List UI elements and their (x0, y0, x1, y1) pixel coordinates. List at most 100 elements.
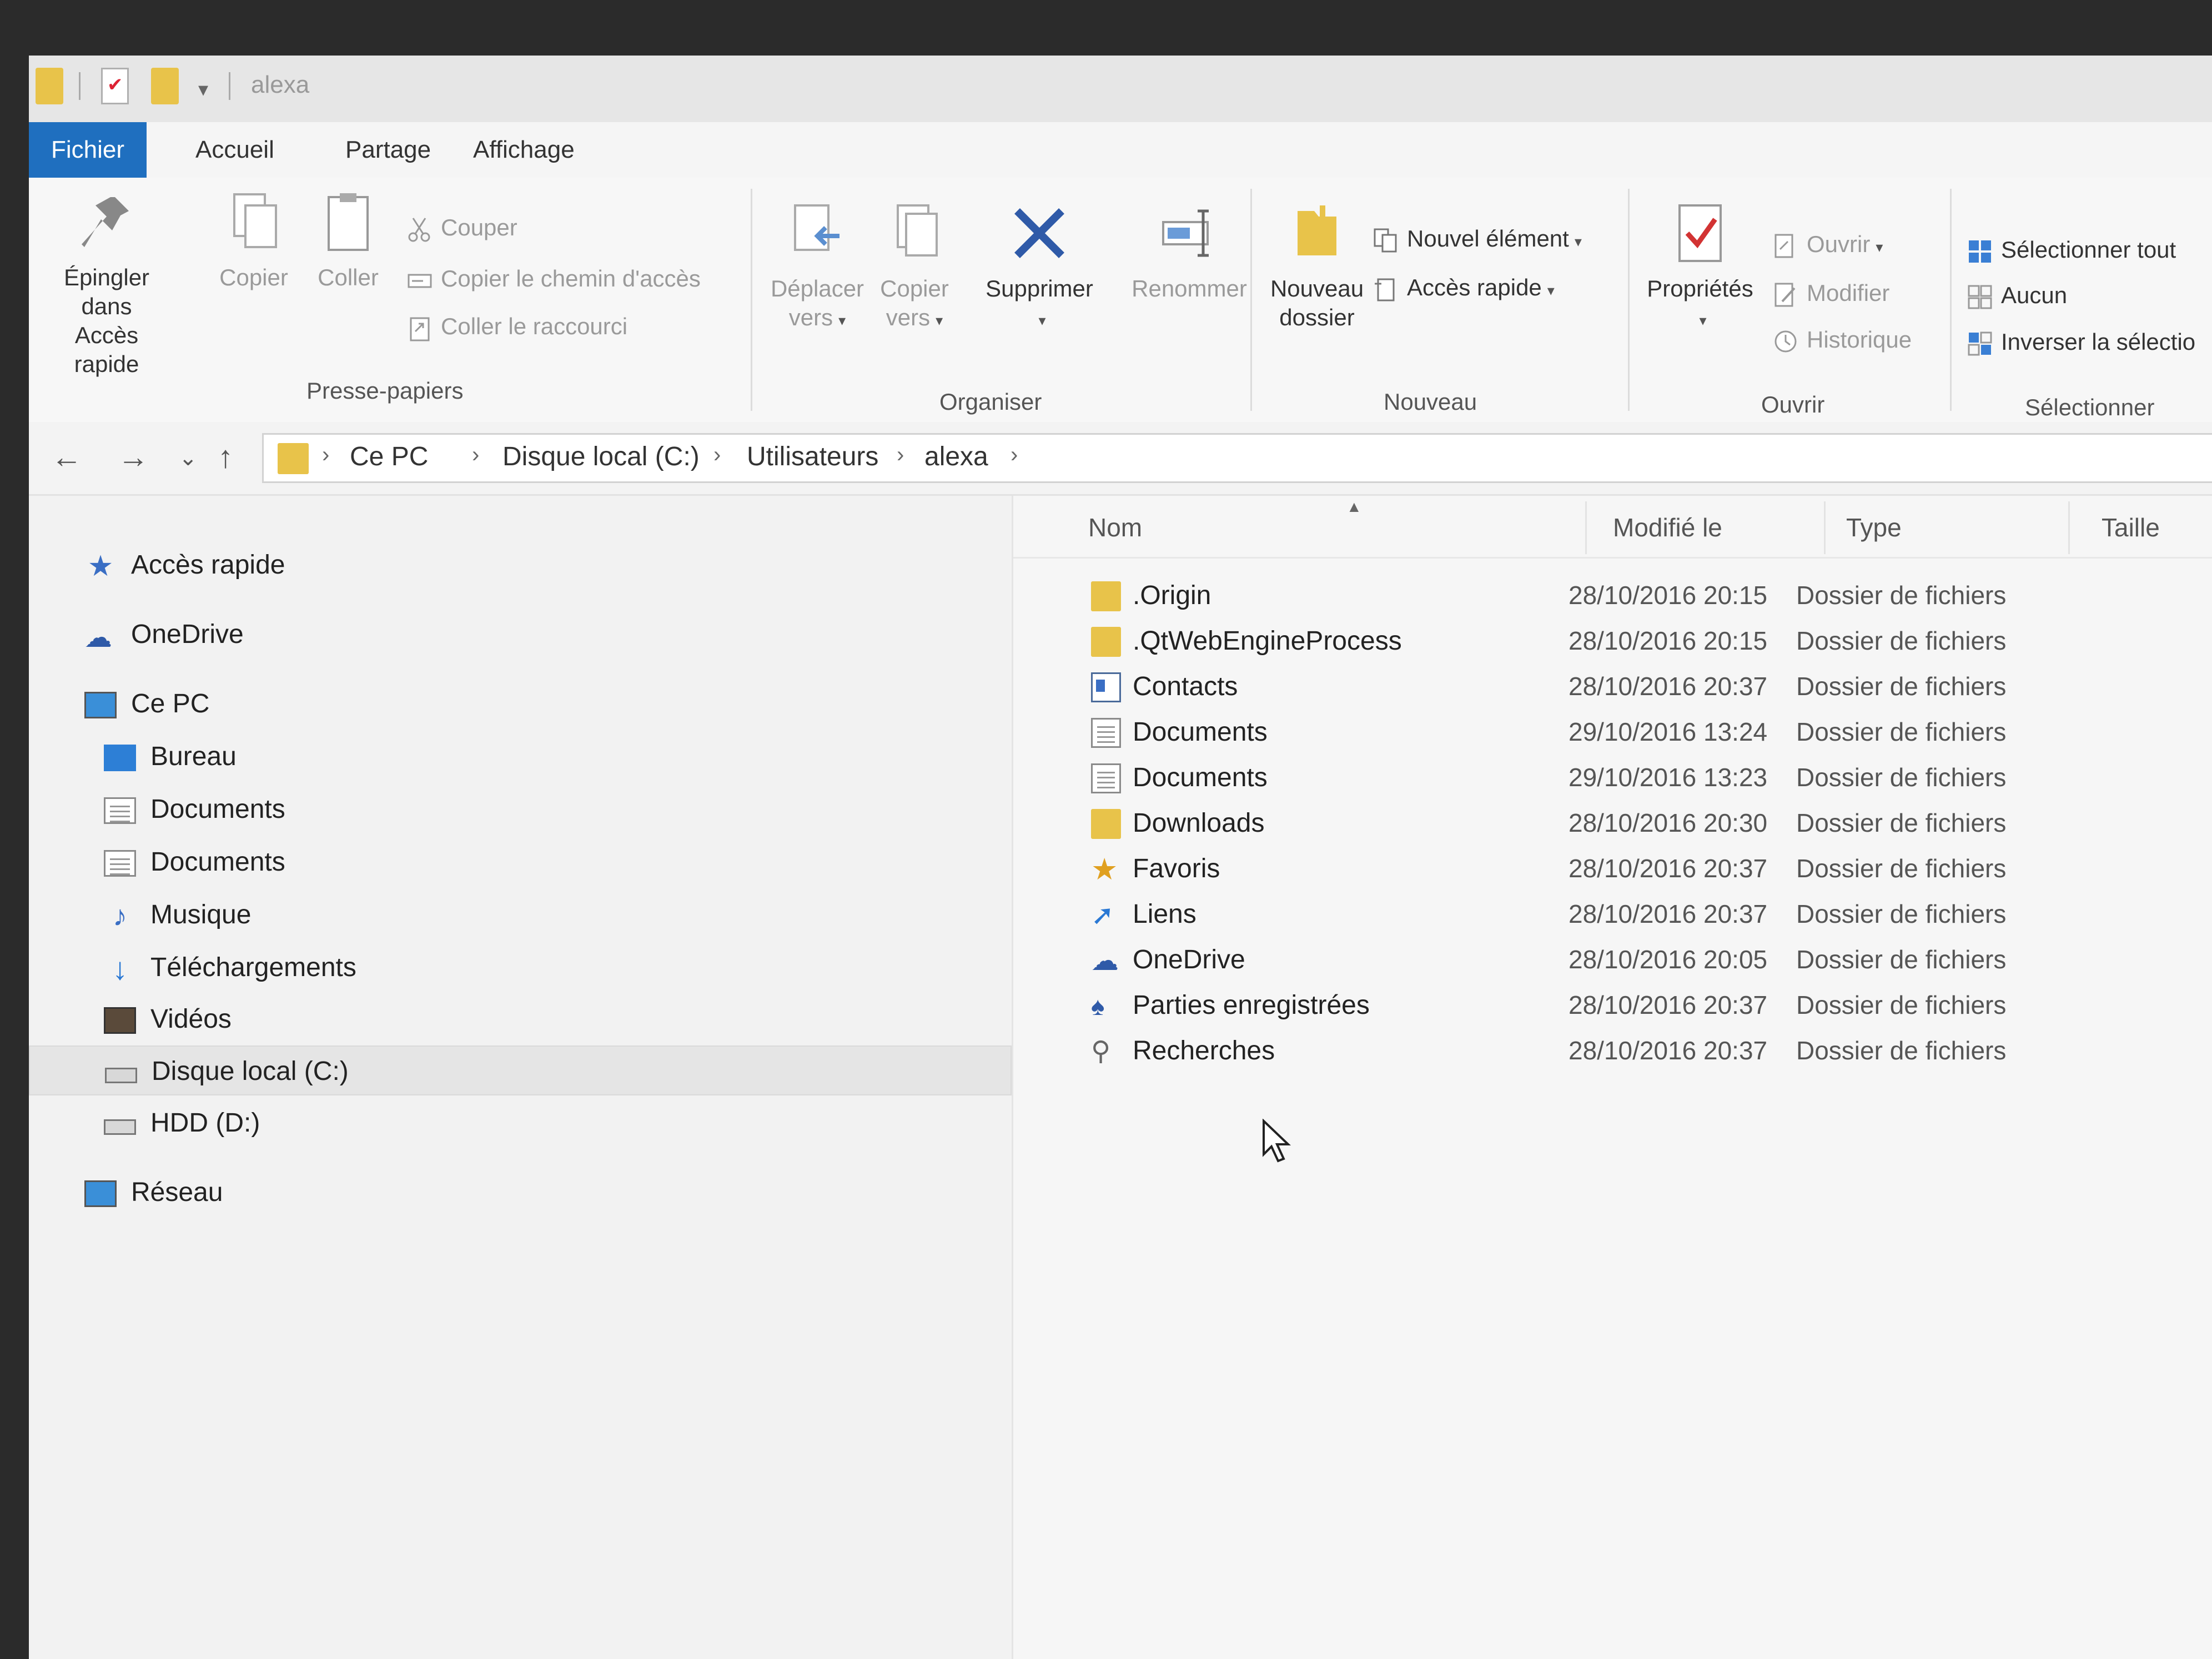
nav-item-documents-2[interactable]: Documents (104, 837, 285, 887)
edit-button[interactable]: Modifier (1772, 276, 1889, 310)
cut-button[interactable]: Couper (406, 211, 517, 244)
breadcrumb-chevron-icon[interactable]: › (322, 443, 329, 467)
link-icon: ➚ (1091, 899, 1114, 931)
back-arrow-icon[interactable]: ← (51, 439, 82, 475)
nav-item-bureau[interactable]: Bureau (104, 732, 237, 782)
file-row[interactable]: Documents 29/10/2016 13:23 Dossier de fi… (1013, 756, 2212, 801)
file-name: Liens (1133, 899, 1197, 929)
video-icon (104, 1007, 136, 1034)
nav-item-hdd[interactable]: HDD (D:) (104, 1098, 260, 1148)
column-header-type[interactable]: Type (1846, 512, 1902, 542)
column-divider[interactable] (1824, 501, 1826, 554)
column-divider[interactable] (1585, 501, 1587, 554)
select-none-icon (1967, 284, 1993, 310)
copy-to-label-1: Copier (880, 275, 949, 301)
nav-item-ce-pc[interactable]: Ce PC (84, 679, 209, 729)
new-folder-quick-icon[interactable] (151, 68, 179, 104)
pin-label-line1: Épingler dans (63, 264, 150, 319)
file-modified: 28/10/2016 20:37 (1568, 672, 1768, 701)
properties-button[interactable]: Propriétés ▾ (1639, 200, 1761, 335)
copy-to-button[interactable]: Copier vers ▾ (873, 200, 956, 335)
nav-item-musique[interactable]: ♪ Musique (104, 890, 251, 940)
breadcrumb-alexa[interactable]: alexa (924, 441, 988, 472)
nav-item-telechargements[interactable]: ↓ Téléchargements (104, 943, 356, 993)
nav-item-label: Musique (150, 900, 252, 929)
pin-quick-access-button[interactable]: Épingler dans Accès rapide (46, 189, 168, 379)
history-button[interactable]: Historique (1772, 323, 1912, 356)
breadcrumb-chevron-icon[interactable]: › (897, 443, 904, 467)
file-row[interactable]: ⚲ Recherches 28/10/2016 20:37 Dossier de… (1013, 1029, 2212, 1074)
open-button[interactable]: Ouvrir ▾ (1772, 228, 1883, 261)
folder-icon[interactable] (36, 68, 63, 104)
file-row[interactable]: .Origin 28/10/2016 20:15 Dossier de fich… (1013, 574, 2212, 619)
new-folder-label-1: Nouveau (1270, 275, 1364, 301)
forward-arrow-icon[interactable]: → (118, 439, 149, 475)
tab-accueil[interactable]: Accueil (173, 122, 296, 178)
file-row[interactable]: ➚ Liens 28/10/2016 20:37 Dossier de fich… (1013, 892, 2212, 938)
breadcrumb-disque-local[interactable]: Disque local (C:) (502, 441, 700, 472)
nav-item-videos[interactable]: Vidéos (104, 994, 232, 1044)
column-header-size[interactable]: Taille (2102, 512, 2160, 542)
chevron-down-icon: ▾ (1699, 312, 1707, 329)
new-item-button[interactable]: Nouvel élément ▾ (1373, 222, 1582, 255)
address-bar[interactable]: › Ce PC › Disque local (C:) › Utilisateu… (262, 433, 2212, 483)
file-row[interactable]: Downloads 28/10/2016 20:30 Dossier de fi… (1013, 801, 2212, 847)
new-folder-button[interactable]: Nouveau dossier (1250, 200, 1384, 332)
documents-icon (1091, 763, 1121, 793)
copy-button[interactable]: Copier (212, 189, 295, 292)
breadcrumb-chevron-icon[interactable]: › (1011, 443, 1018, 467)
tab-fichier[interactable]: Fichier (29, 122, 147, 178)
file-modified: 28/10/2016 20:37 (1568, 899, 1768, 928)
quick-access-dropdown-icon[interactable]: ▾ (198, 78, 208, 101)
move-to-button[interactable]: Déplacer vers ▾ (762, 200, 873, 335)
file-row[interactable]: Contacts 28/10/2016 20:37 Dossier de fic… (1013, 665, 2212, 710)
properties-quick-icon[interactable] (101, 68, 129, 104)
copy-icon (223, 189, 284, 255)
breadcrumb-ce-pc[interactable]: Ce PC (350, 441, 428, 472)
group-separator (1628, 189, 1630, 411)
recent-locations-chevron-icon[interactable]: ⌄ (179, 445, 198, 471)
new-item-label: Nouvel élément (1407, 225, 1569, 252)
file-list: ▲ Nom Modifié le Type Taille .Origin 28/… (1013, 496, 2212, 1659)
copy-label: Copier (219, 264, 288, 290)
file-row[interactable]: ♠ Parties enregistrées 28/10/2016 20:37 … (1013, 983, 2212, 1029)
file-modified: 28/10/2016 20:30 (1568, 808, 1768, 837)
breadcrumb-chevron-icon[interactable]: › (472, 443, 479, 467)
column-header-modified[interactable]: Modifié le (1613, 512, 1722, 542)
tab-partage[interactable]: Partage (323, 122, 453, 178)
nav-item-disque-local[interactable]: Disque local (C:) (29, 1045, 1012, 1095)
ribbon-tabs: Fichier Accueil Partage Affichage (29, 122, 2212, 178)
invert-selection-button[interactable]: Inverser la sélectio (1967, 325, 2195, 359)
delete-button[interactable]: Supprimer ▾ (973, 200, 1106, 335)
rename-button[interactable]: Renommer (1128, 200, 1250, 303)
pin-icon (76, 189, 137, 255)
file-modified: 28/10/2016 20:15 (1568, 626, 1768, 655)
up-arrow-icon[interactable]: ↑ (218, 439, 233, 475)
copy-path-button[interactable]: Copier le chemin d'accès (406, 262, 701, 295)
nav-item-label: Disque local (C:) (152, 1057, 349, 1086)
move-to-label-1: Déplacer (770, 275, 864, 301)
nav-item-acces-rapide[interactable]: ★ Accès rapide (84, 540, 285, 590)
nav-item-reseau[interactable]: Réseau (84, 1168, 223, 1218)
select-all-button[interactable]: Sélectionner tout (1967, 233, 2176, 267)
breadcrumb-chevron-icon[interactable]: › (713, 443, 721, 467)
easy-access-button[interactable]: Accès rapide ▾ (1373, 271, 1555, 304)
tab-affichage[interactable]: Affichage (451, 122, 597, 178)
select-none-button[interactable]: Aucun (1967, 279, 2067, 312)
file-row[interactable]: Documents 29/10/2016 13:24 Dossier de fi… (1013, 710, 2212, 756)
paste-shortcut-button[interactable]: Coller le raccourci (406, 310, 627, 343)
nav-item-documents[interactable]: Documents (104, 785, 285, 834)
nav-item-onedrive[interactable]: ☁ OneDrive (84, 610, 244, 660)
file-type: Dossier de fichiers (1796, 945, 2007, 974)
column-divider[interactable] (2068, 501, 2070, 554)
file-row[interactable]: ★ Favoris 28/10/2016 20:37 Dossier de fi… (1013, 847, 2212, 892)
breadcrumb-utilisateurs[interactable]: Utilisateurs (747, 441, 878, 472)
paste-button[interactable]: Coller (306, 189, 390, 292)
nav-item-label: Ce PC (131, 689, 210, 718)
file-row[interactable]: ☁ OneDrive 28/10/2016 20:05 Dossier de f… (1013, 938, 2212, 983)
file-modified: 28/10/2016 20:05 (1568, 945, 1768, 974)
file-name: Contacts (1133, 672, 1238, 701)
music-icon: ♪ (113, 900, 127, 933)
column-header-name[interactable]: Nom (1088, 512, 1142, 542)
file-row[interactable]: .QtWebEngineProcess 28/10/2016 20:15 Dos… (1013, 619, 2212, 665)
